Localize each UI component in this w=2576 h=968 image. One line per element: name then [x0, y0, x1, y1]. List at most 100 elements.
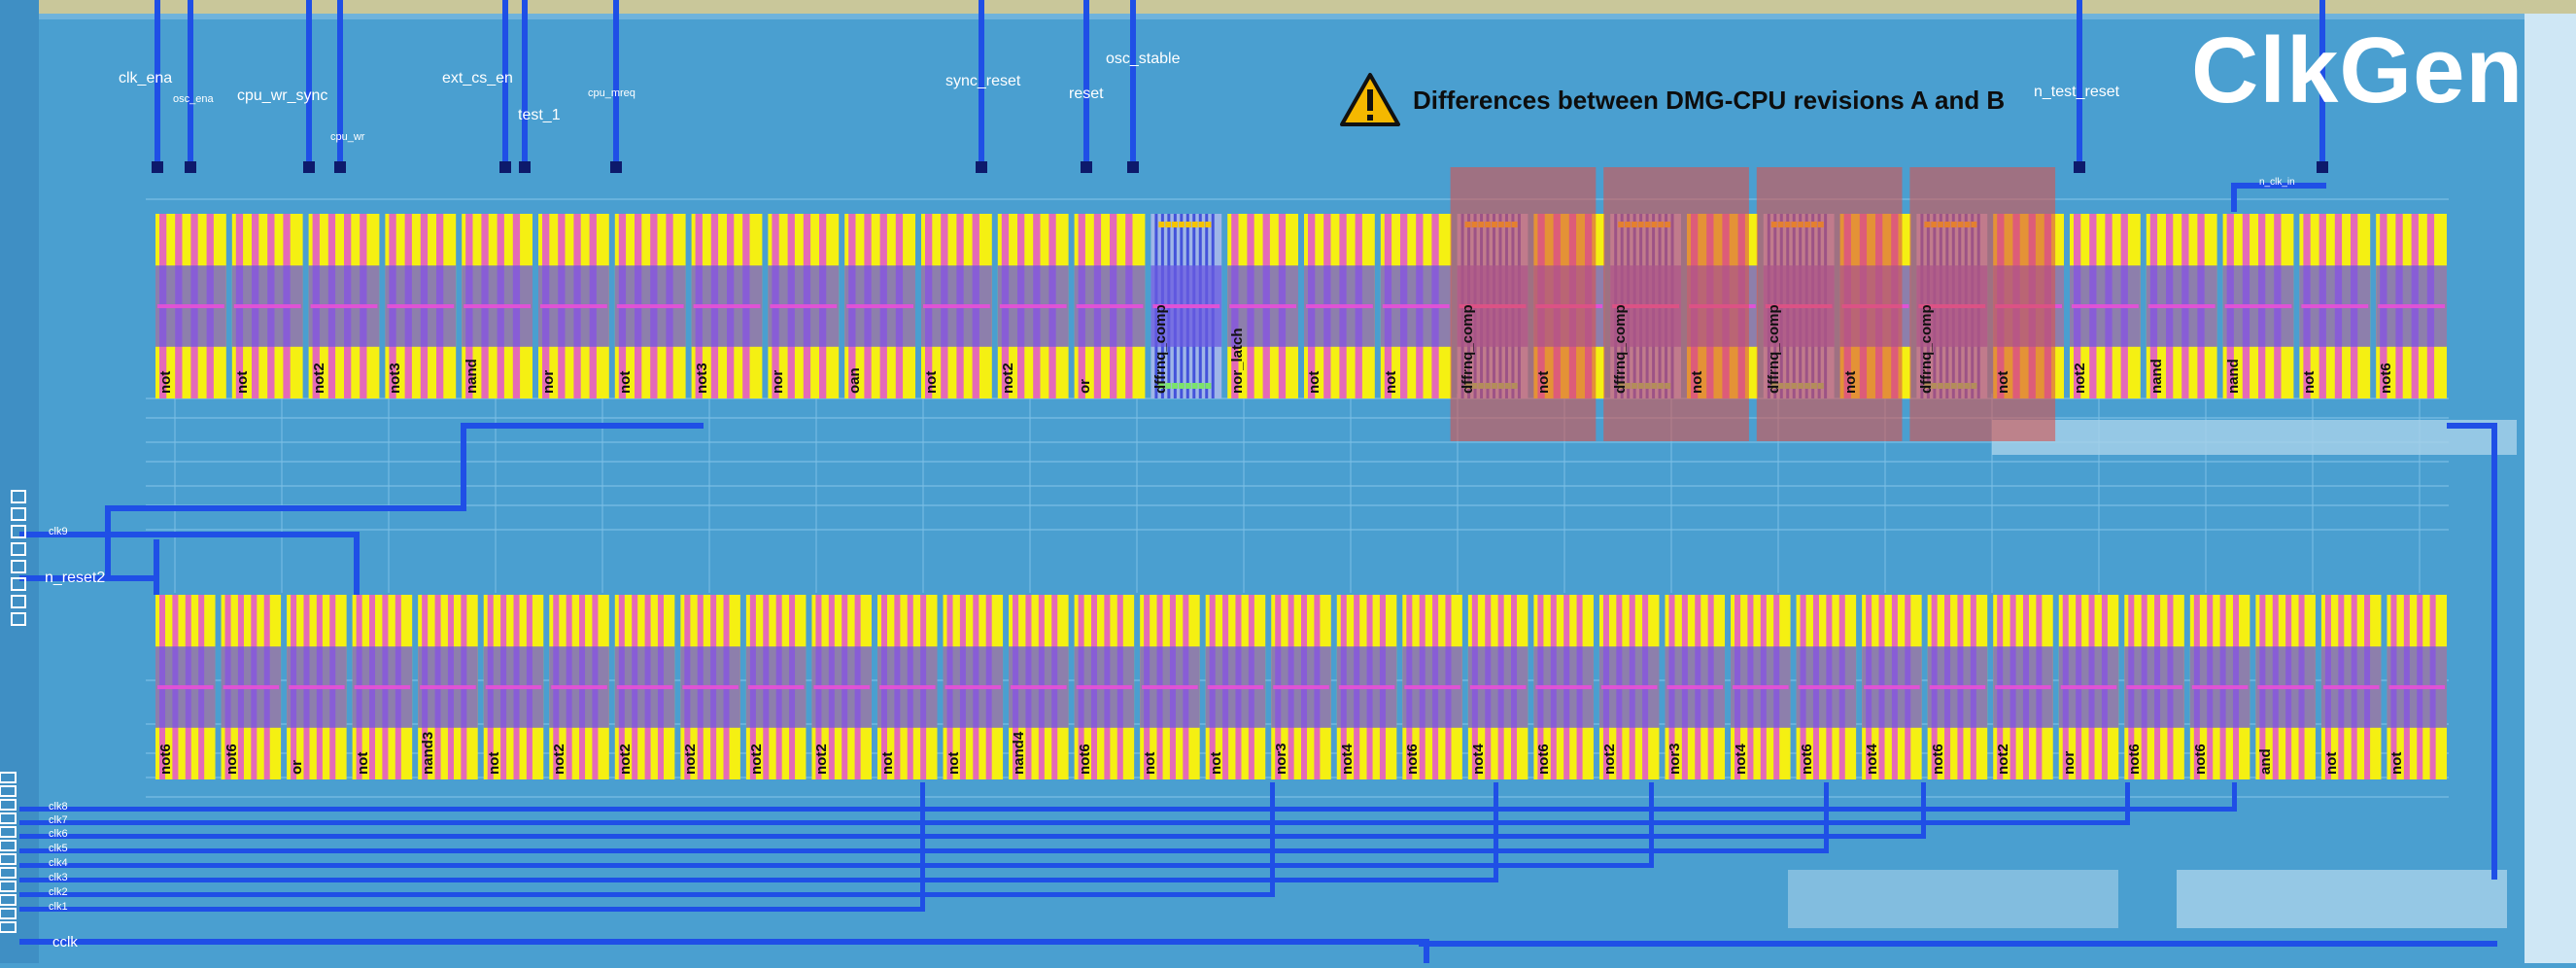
signal-test-1: test_1: [518, 107, 561, 123]
row1-cell-label: not: [1995, 370, 2012, 394]
cell-wire: [233, 304, 301, 309]
cell-wire: [747, 685, 805, 690]
row2-cell-label: nor: [2060, 750, 2078, 775]
row1-cell-label: nor: [540, 369, 557, 394]
signal-via: [334, 161, 346, 173]
row2-cell-label: not: [1207, 751, 1224, 775]
cell-wire: [878, 685, 936, 690]
signal-clk9: clk9: [49, 526, 68, 537]
row2-cell-label: not6: [2126, 743, 2144, 775]
clock-bus-line: [19, 892, 1273, 897]
notice-text: Differences between DMG-CPU revisions A …: [1413, 85, 2006, 115]
comp-dot: [1178, 383, 1185, 389]
row1-cell-label: not6: [2378, 363, 2395, 394]
clock-bus-line: [19, 907, 923, 912]
signal-wire-top: [337, 0, 343, 173]
comp-dot: [1198, 222, 1205, 227]
comp-dot: [1205, 383, 1212, 389]
cell-wire: [540, 304, 607, 309]
signal-cpu-wr-sync: cpu_wr_sync: [237, 87, 328, 104]
row2-cell-label: nor3: [1273, 743, 1290, 775]
row2-cell-label: not6: [1798, 743, 1815, 775]
row1-cell-label: dffrnq_comp: [1459, 304, 1476, 394]
signal-osc-stable: osc_stable: [1106, 51, 1181, 67]
right-drop: [2491, 423, 2497, 880]
cell-wire: [2388, 685, 2445, 690]
clock-bus-riser: [1494, 782, 1498, 882]
cell-wire: [157, 304, 224, 309]
row2-cell-label: or: [289, 760, 306, 775]
row2-cell-or: [287, 595, 347, 779]
row1-cell-label: dffrnq_comp: [1765, 304, 1782, 394]
signal-via: [1127, 161, 1139, 173]
signal-wire-top: [613, 0, 619, 173]
row2-cell-label: nor3: [1666, 743, 1684, 775]
row1-cell-label: not: [923, 370, 940, 394]
clock-bus-riser: [1824, 782, 1829, 853]
row1-cell-label: nor_latch: [1229, 328, 1247, 394]
cell-wire: [387, 304, 455, 309]
cell-wire: [1142, 685, 1198, 690]
cell-wire: [1798, 685, 1855, 690]
loop-riser: [461, 423, 466, 511]
cell-wire: [157, 685, 214, 690]
cell-wire: [999, 304, 1067, 309]
row2-cell-label: not: [354, 751, 371, 775]
row1-cell-label: not: [1535, 370, 1553, 394]
cell-wire: [551, 685, 607, 690]
comp-dot: [1205, 222, 1212, 227]
row2-cell-label: not4: [1864, 743, 1881, 775]
row1-cell-label: dffrnq_comp: [1918, 304, 1936, 394]
signal-wire-top: [1130, 0, 1136, 173]
row1-cell-label: not: [1382, 370, 1399, 394]
signal-via: [303, 161, 315, 173]
signal-osc-ena: osc_ena: [173, 93, 214, 105]
cell-wire: [2147, 304, 2215, 309]
row2-cell-label: nand3: [420, 731, 437, 775]
row1-cell-label: not: [1841, 370, 1859, 394]
row2-cell-label: nand4: [1011, 731, 1028, 775]
cell-wire: [2126, 685, 2182, 690]
row2-cell-label: not2: [616, 743, 634, 775]
signal-n-clk-in: n_clk_in: [2259, 177, 2295, 188]
clock-bus-line: [19, 820, 2128, 825]
signal-via: [2317, 161, 2328, 173]
cell-wire: [693, 304, 761, 309]
cell-wire: [1733, 685, 1789, 690]
signal-clk2: clk2: [49, 886, 68, 898]
row1-cell-label: not: [233, 370, 251, 394]
cell-wire: [2072, 304, 2139, 309]
cell-wire: [945, 685, 1002, 690]
clock-bus-line: [19, 807, 2235, 812]
comp-dot: [1198, 383, 1205, 389]
signal-wire-top: [522, 0, 528, 173]
row1-cell-or: [1074, 214, 1146, 398]
row1-cell-label: not2: [310, 363, 327, 394]
signal-cpu-mreq: cpu_mreq: [588, 87, 635, 99]
die-background: [0, 0, 2576, 963]
cclk-drop: [1424, 939, 1429, 963]
row1-cell-label: not: [1306, 370, 1322, 394]
n-reset2-drop: [154, 539, 159, 595]
signal-wire-top: [306, 0, 312, 173]
row2-cell-label: not2: [1600, 743, 1618, 775]
loop-wire: [105, 505, 464, 511]
row2-cell-label: not2: [813, 743, 831, 775]
cell-wire: [1011, 685, 1067, 690]
row1-cell-label: not: [1689, 370, 1705, 394]
signal-clk5: clk5: [49, 843, 68, 854]
row1-cell-label: not: [2301, 370, 2318, 394]
signal-n-reset2: n_reset2: [45, 570, 106, 586]
filler-strip-bottom: [2177, 870, 2507, 928]
comp-dot: [1172, 222, 1179, 227]
row1-cell-label: not3: [387, 363, 404, 394]
cell-wire: [289, 685, 345, 690]
signal-ext-cs-en: ext_cs_en: [442, 70, 513, 86]
row2-cell-label: not2: [682, 743, 700, 775]
comp-dot: [1185, 222, 1191, 227]
signal-via: [499, 161, 511, 173]
clock-bus-riser: [1270, 782, 1275, 897]
comp-dot: [1165, 222, 1172, 227]
row2-cell-label: not6: [1076, 743, 1093, 775]
cell-wire: [354, 685, 411, 690]
